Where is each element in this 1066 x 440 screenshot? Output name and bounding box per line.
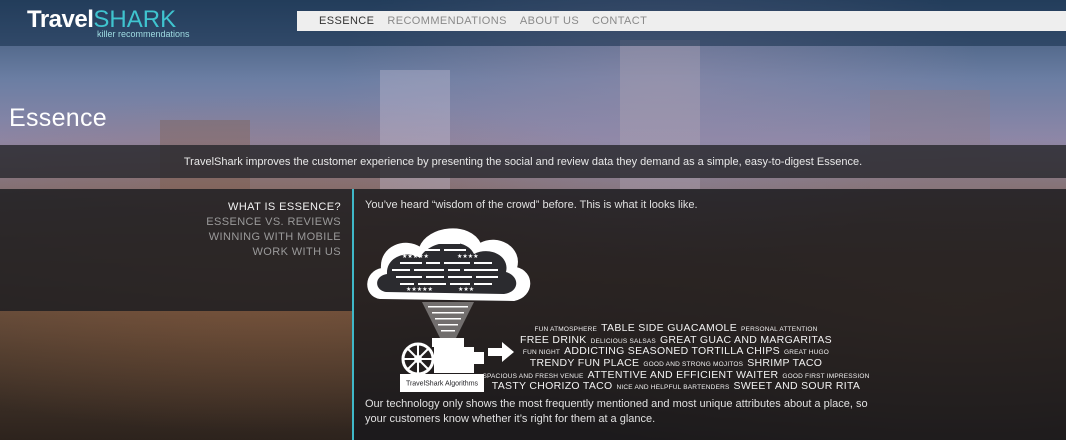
sidebar-item-work-with-us[interactable]: WORK WITH US	[252, 246, 341, 258]
page-title: Essence	[9, 104, 107, 132]
word-cloud-row: FUN ATMOSPHERE TABLE SIDE GUACAMOLE PERSON…	[476, 319, 876, 333]
nav-contact[interactable]: CONTACT	[592, 15, 647, 27]
word-cloud-row: TASTY CHORIZO TACO NICE AND HELPFUL BARTE…	[476, 377, 876, 393]
essence-word-cloud: FUN ATMOSPHERE TABLE SIDE GUACAMOLE PERSON…	[476, 319, 876, 393]
word-cloud-row: TRENDY FUN PLACE GOOD AND STRONG MOJITOS S…	[476, 354, 876, 368]
lead-text: You’ve heard “wisdom of the crowd” befor…	[365, 199, 698, 211]
intro-text: TravelShark improves the customer experi…	[183, 155, 863, 168]
machine-label: TravelShark Algorithms	[406, 381, 479, 388]
logo-tagline: killer recommendations	[97, 29, 190, 39]
funnel-stream-icon	[422, 302, 474, 338]
nav-about-us[interactable]: ABOUT US	[520, 15, 579, 27]
intro-banner: TravelShark improves the customer experi…	[0, 145, 1066, 178]
word-cloud-row: FREE DRINK DELICIOUS SALSAS GREAT GUAC AND…	[476, 331, 876, 345]
sidebar-item-what-is-essence[interactable]: WHAT IS ESSENCE?	[228, 201, 341, 213]
section-sidebar: WHAT IS ESSENCE? ESSENCE VS. REVIEWS WIN…	[0, 189, 352, 311]
logo[interactable]: TravelSHARK killer recommendations	[27, 6, 190, 39]
sidebar-item-winning-with-mobile[interactable]: WINNING WITH MOBILE	[209, 231, 341, 243]
nav-essence[interactable]: ESSENCE	[319, 15, 374, 27]
essence-term: NICE AND HELPFUL BARTENDERS	[616, 384, 730, 392]
svg-text:★★★★: ★★★★	[457, 253, 479, 260]
logo-travel: Travel	[27, 6, 94, 33]
outro-text: Our technology only shows the most frequ…	[365, 398, 868, 425]
content-panel: You’ve heard “wisdom of the crowd” befor…	[354, 189, 1066, 440]
nav-recommendations[interactable]: RECOMMENDATIONS	[387, 15, 506, 27]
main-nav: ESSENCE RECOMMENDATIONS ABOUT US CONTACT	[297, 11, 1066, 31]
essence-term: SWEET AND SOUR RITA	[733, 380, 861, 393]
svg-text:★★★★★: ★★★★★	[402, 253, 429, 260]
svg-text:★★★★★: ★★★★★	[406, 286, 433, 293]
top-bar: TravelSHARK killer recommendations ESSEN…	[0, 0, 1066, 46]
review-cloud-icon: ★★★★★ ★★★★ ★★★★★ ★★★	[367, 228, 531, 302]
word-cloud-row: FUN NIGHT ADDICTING SEASONED TORTILLA CHI…	[476, 342, 876, 356]
svg-text:★★★: ★★★	[458, 286, 474, 293]
word-cloud-row: SPACIOUS AND FRESH VENUE ATTENTIVE AND EF…	[476, 366, 876, 380]
essence-term: TASTY CHORIZO TACO	[491, 380, 613, 393]
sidebar-item-essence-vs-reviews[interactable]: ESSENCE VS. REVIEWS	[206, 216, 341, 228]
